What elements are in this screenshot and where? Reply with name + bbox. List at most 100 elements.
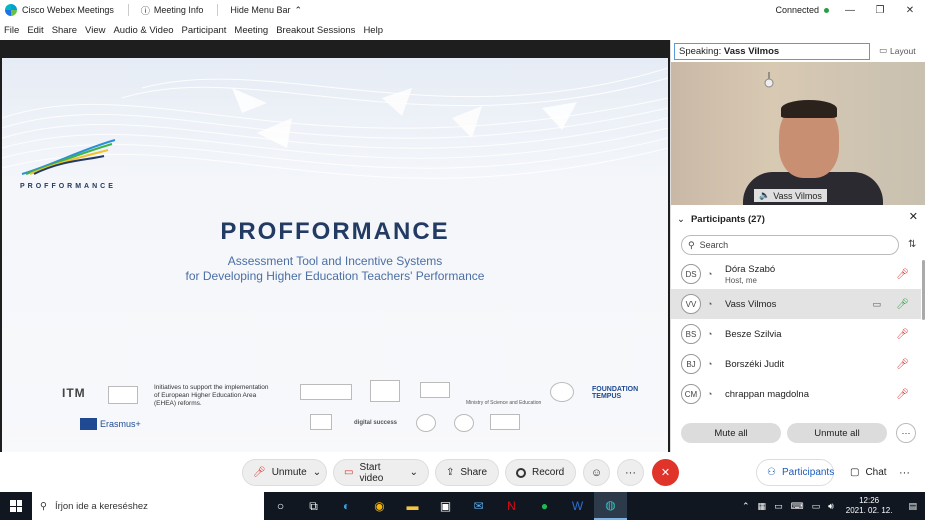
system-icon[interactable]: ▦ bbox=[758, 501, 767, 512]
menu-help[interactable]: Help bbox=[363, 25, 383, 36]
notification-icon[interactable]: ▤ bbox=[908, 501, 917, 512]
keyboard-icon[interactable]: ⌨ bbox=[791, 501, 804, 512]
erasmus-label: Erasmus+ bbox=[100, 419, 141, 429]
list-item[interactable]: VV ◔ Vass Vilmos ▭ 🎤︎ bbox=[671, 289, 921, 319]
network-icon[interactable]: ▭ bbox=[774, 501, 783, 512]
reactions-icon[interactable]: ☺ bbox=[583, 459, 610, 486]
participant-list: DS ◔ Dóra Szabó Host, me 🎤︎ VV ◔ Vass Vi… bbox=[671, 259, 921, 409]
partner-logo bbox=[454, 414, 474, 432]
participants-button[interactable]: ⚇ Participants bbox=[756, 459, 834, 486]
minimize-button[interactable]: — bbox=[835, 5, 865, 16]
meeting-info-button[interactable]: ⓘ Meeting Info bbox=[141, 4, 204, 17]
more-options-icon[interactable]: ··· bbox=[617, 459, 644, 486]
taskbar-search-placeholder: Írjon ide a kereséshez bbox=[54, 500, 148, 512]
menu-share[interactable]: Share bbox=[52, 25, 77, 36]
search-placeholder: Search bbox=[699, 240, 729, 250]
unmute-button[interactable]: 🎤︎ Unmute ⌄ bbox=[242, 459, 327, 486]
menu-meeting[interactable]: Meeting bbox=[234, 25, 268, 36]
task-view-icon[interactable]: ⧉ bbox=[297, 492, 330, 520]
participant-search-input[interactable]: ⚲ Search bbox=[681, 235, 899, 255]
partner-logo bbox=[310, 414, 332, 430]
audio-icon: ◔ bbox=[707, 389, 713, 399]
menu-view[interactable]: View bbox=[85, 25, 105, 36]
muted-mic-icon[interactable]: 🎤︎ bbox=[896, 329, 909, 340]
list-item[interactable]: CM ◔ chrappan magdolna 🎤︎ bbox=[671, 379, 921, 409]
muted-mic-icon[interactable]: 🎤︎ bbox=[896, 359, 909, 370]
partner-logo bbox=[416, 414, 436, 432]
unmuted-mic-icon[interactable]: 🎤︎ bbox=[896, 299, 909, 310]
chat-button[interactable]: ▢ Chat bbox=[839, 459, 889, 486]
cortana-icon[interactable]: ○ bbox=[264, 492, 297, 520]
menu-edit[interactable]: Edit bbox=[27, 25, 43, 36]
list-item[interactable]: DS ◔ Dóra Szabó Host, me 🎤︎ bbox=[671, 259, 921, 289]
participants-title: Participants (27) bbox=[690, 213, 765, 225]
menu-file[interactable]: File bbox=[4, 25, 19, 36]
file-explorer-icon[interactable]: ▬ bbox=[396, 492, 429, 520]
chevron-up-icon: ⌃ bbox=[294, 4, 302, 15]
close-window-button[interactable]: ✕ bbox=[895, 5, 925, 16]
list-item[interactable]: BS ◔ Besze Szilvia 🎤︎ bbox=[671, 319, 921, 349]
clock-date: 2021. 02. 12. bbox=[845, 506, 893, 515]
audio-icon: ◔ bbox=[707, 269, 713, 279]
leave-meeting-button[interactable]: ✕ bbox=[652, 459, 679, 486]
menu-audio-video[interactable]: Audio & Video bbox=[113, 25, 173, 36]
meeting-controls: 🎤︎ Unmute ⌄ ▭ Start video ⌄ ⇪ Share Reco… bbox=[0, 452, 925, 492]
edge-browser-icon[interactable]: ◐ bbox=[330, 492, 363, 520]
layout-button[interactable]: ▭ Layout bbox=[879, 45, 916, 56]
chevron-up-icon[interactable]: ⌃ bbox=[742, 501, 750, 512]
menu-breakout-sessions[interactable]: Breakout Sessions bbox=[276, 25, 355, 36]
spotify-icon[interactable]: ● bbox=[528, 492, 561, 520]
search-icon: ⚲ bbox=[688, 239, 695, 250]
menu-participant[interactable]: Participant bbox=[182, 25, 227, 36]
close-panel-icon[interactable]: ✕ bbox=[909, 210, 918, 223]
avatar: BJ bbox=[681, 354, 701, 374]
store-icon[interactable]: ▣ bbox=[429, 492, 462, 520]
speaker-icon: 🔈 bbox=[759, 190, 771, 200]
shared-content-area: PROFFORMANCE PROFFORMANCE Assessment Too… bbox=[0, 40, 670, 474]
audio-icon: ◔ bbox=[707, 299, 713, 309]
battery-icon[interactable]: ▭ bbox=[812, 501, 821, 512]
list-item[interactable]: BJ ◔ Borszéki Judit 🎤︎ bbox=[671, 349, 921, 379]
speaker-hair bbox=[781, 100, 837, 118]
meeting-info-label: Meeting Info bbox=[153, 5, 204, 15]
mail-icon[interactable]: ✉ bbox=[462, 492, 495, 520]
ceiling-lamp-icon bbox=[764, 72, 774, 88]
start-button[interactable] bbox=[0, 492, 32, 520]
speaking-indicator: Speaking: Vass Vilmos bbox=[674, 43, 870, 60]
hide-menu-bar-button[interactable]: Hide Menu Bar ⌃ bbox=[230, 5, 302, 16]
sort-icon[interactable]: ⇅ bbox=[908, 239, 916, 250]
partner-logo bbox=[370, 380, 400, 402]
restore-button[interactable]: ❐ bbox=[865, 5, 895, 16]
video-off-icon: ▭ bbox=[344, 467, 354, 478]
record-button[interactable]: Record bbox=[505, 459, 576, 486]
volume-icon[interactable]: 🔊︎ bbox=[828, 501, 834, 512]
participant-name: Vass Vilmos bbox=[725, 298, 777, 310]
more-options-icon[interactable]: ··· bbox=[896, 423, 916, 443]
share-button[interactable]: ⇪ Share bbox=[435, 459, 499, 486]
more-options-icon[interactable]: ··· bbox=[891, 459, 918, 486]
muted-mic-icon[interactable]: 🎤︎ bbox=[896, 269, 909, 280]
partner-logo bbox=[300, 384, 352, 400]
participants-header[interactable]: ⌄ Participants (27) ✕ bbox=[671, 210, 925, 228]
participant-name: Borszéki Judit bbox=[725, 358, 785, 370]
partner-logo bbox=[108, 386, 138, 404]
hide-menu-label: Hide Menu Bar bbox=[230, 5, 291, 15]
muted-mic-icon[interactable]: 🎤︎ bbox=[896, 389, 909, 400]
divider bbox=[127, 4, 129, 16]
speaking-name: Vass Vilmos bbox=[723, 46, 780, 57]
avatar: DS bbox=[681, 264, 701, 284]
chrome-icon[interactable]: ◉ bbox=[363, 492, 396, 520]
start-video-button[interactable]: ▭ Start video ⌄ bbox=[333, 459, 429, 486]
active-speaker-video[interactable]: 🔈 Vass Vilmos bbox=[671, 62, 925, 205]
chevron-down-icon: ⌄ bbox=[312, 467, 322, 478]
clock[interactable]: 12:26 2021. 02. 12. bbox=[846, 496, 893, 516]
menu-bar: File Edit Share View Audio & Video Parti… bbox=[0, 22, 387, 38]
netflix-icon[interactable]: N bbox=[495, 492, 528, 520]
word-icon[interactable]: W bbox=[561, 492, 594, 520]
webex-logo-icon bbox=[5, 4, 17, 16]
taskbar-search-input[interactable]: ⚲ Írjon ide a kereséshez bbox=[32, 492, 264, 520]
webex-taskbar-icon[interactable]: ◍ bbox=[594, 492, 627, 520]
mute-all-button[interactable]: Mute all bbox=[681, 423, 781, 443]
partner-logo bbox=[550, 382, 574, 402]
unmute-all-button[interactable]: Unmute all bbox=[787, 423, 887, 443]
